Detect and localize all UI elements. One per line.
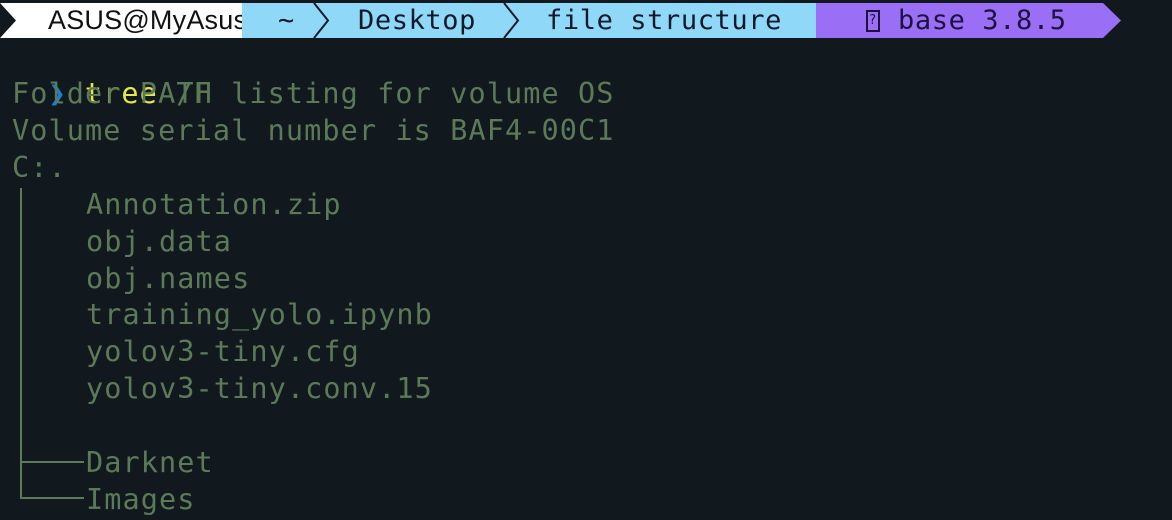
prompt-path-home: ~: [278, 5, 295, 36]
file-item: training_yolo.ipynb: [86, 298, 433, 331]
output-root-path: C:.: [12, 151, 67, 184]
prompt-conda-env: ? base 3.8.5: [816, 3, 1121, 38]
file-item: obj.names: [86, 262, 251, 295]
folder-item: Darknet: [86, 446, 214, 479]
tree-trunk-line: [20, 188, 22, 498]
conda-env-icon: ?: [866, 10, 880, 32]
prompt-bar: ASUS@MyAsusPC ~ Desktop file structure ?…: [0, 3, 1121, 38]
conda-env-label: base 3.8.5: [898, 5, 1067, 36]
file-item: obj.data: [86, 225, 233, 258]
file-item: yolov3-tiny.cfg: [86, 335, 360, 368]
prompt-path-folder: file structure: [546, 5, 782, 36]
output-header-line: Folder PATH listing for volume OS: [12, 77, 615, 110]
output-header-line: Volume serial number is BAF4-00C1: [12, 114, 615, 147]
file-item: yolov3-tiny.conv.15: [86, 372, 433, 405]
tree-branch-line: [20, 461, 84, 463]
prompt-path: ~ Desktop file structure: [242, 3, 832, 38]
file-item: Annotation.zip: [86, 188, 342, 221]
command-line[interactable]: ❯ tree /F: [12, 38, 213, 110]
prompt-path-desktop: Desktop: [358, 5, 476, 36]
folder-item: Images: [86, 483, 196, 516]
prompt-user-host: ASUS@MyAsusPC: [0, 3, 258, 38]
tree-branch-line: [20, 497, 84, 499]
